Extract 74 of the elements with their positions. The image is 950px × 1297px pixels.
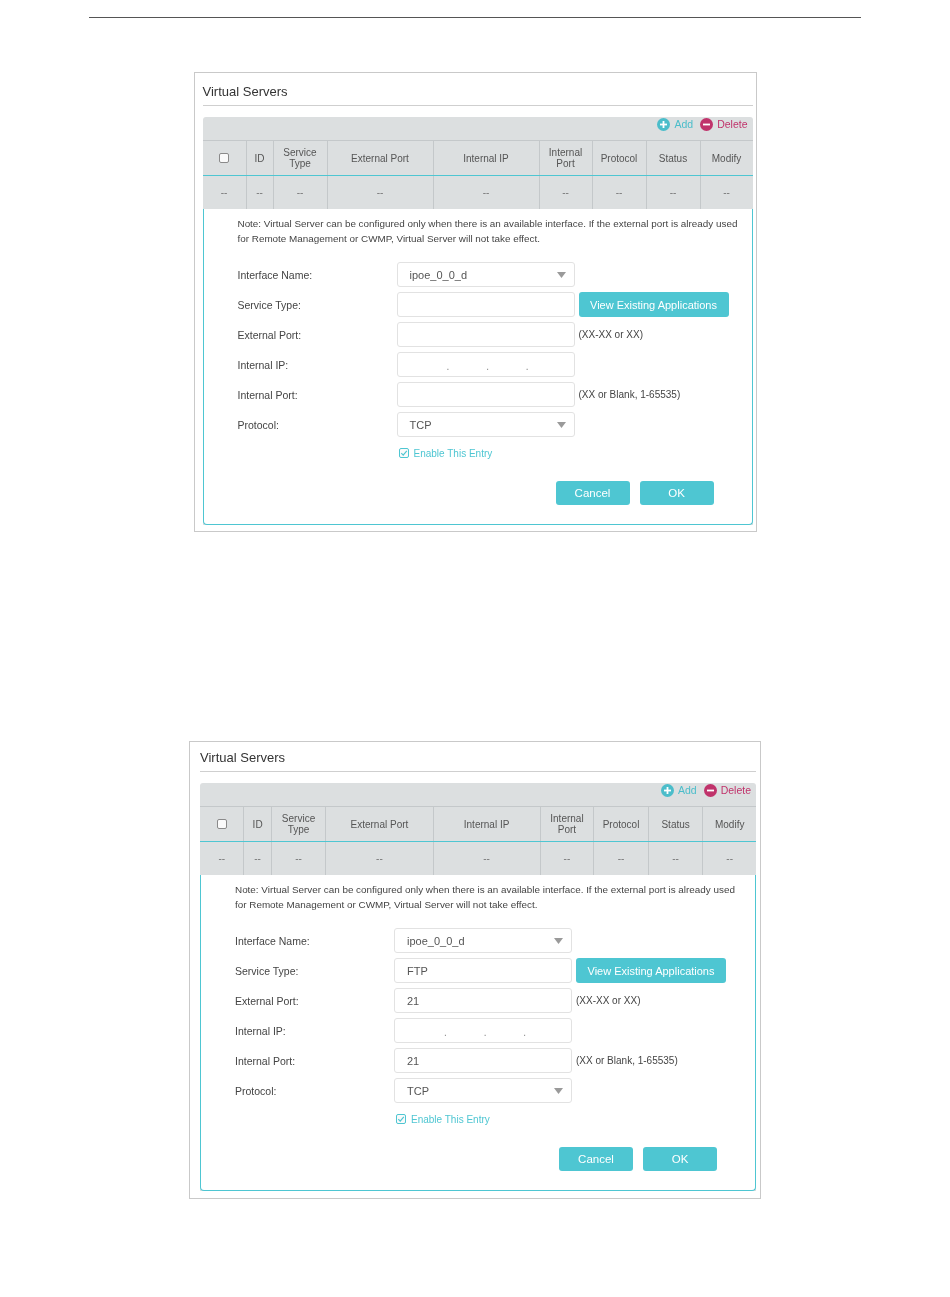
cancel-button[interactable]: Cancel [555,481,630,505]
panel-title: Virtual Servers [202,84,289,100]
column-header: Protocol [591,141,646,175]
input-field[interactable]: 21 [394,988,572,1013]
ip-separator: . [446,359,450,372]
field-label: Service Type: [237,298,302,311]
view-applications-button[interactable]: View Existing Applications [578,292,729,317]
caret-icon [556,271,566,278]
checkbox-label: Enable This Entry [413,447,493,459]
column-header: Service Type [272,141,327,175]
field-label: External Port: [235,994,300,1007]
field-label: Internal Port: [237,388,299,401]
field-label: Protocol: [235,1084,278,1097]
ip-separator: . [443,1025,447,1038]
ip-address-field[interactable]: . . . [394,1018,572,1043]
column-header: Internal IP [432,141,539,175]
field-label: Internal IP: [235,1024,287,1037]
field-label: Protocol: [237,418,280,431]
view-applications-button[interactable]: View Existing Applications [576,958,726,983]
column-header: External Port [325,807,433,841]
ip-address-field[interactable]: . . . [396,352,575,377]
ok-button[interactable]: OK [643,1147,717,1171]
ip-separator: . [486,359,489,372]
cancel-button[interactable]: Cancel [559,1147,633,1171]
dropdown[interactable]: ipoe_0_0_d [394,928,572,953]
ip-separator: . [525,359,529,372]
checkbox[interactable] [216,819,227,829]
field-label: Internal IP: [237,358,290,371]
field-label: Service Type: [235,964,300,977]
caret-icon [554,937,563,944]
input-field[interactable] [396,322,575,347]
column-header: Protocol [593,807,648,841]
field-label: External Port: [237,328,303,341]
input-field[interactable]: 21 [394,1048,572,1073]
table-cell-text: -- [217,852,227,866]
checkbox[interactable] [396,1114,406,1124]
caret-icon [556,421,566,428]
delete-button[interactable]: Delete [700,117,748,131]
hint-text: (XX-XX or XX) [578,329,643,340]
column-header: Service Type [270,807,326,841]
ok-button[interactable]: OK [639,481,714,505]
ip-separator: . [483,1025,487,1038]
ip-separator: . [523,1025,527,1038]
panel-title: Virtual Servers [200,750,286,766]
column-header: External Port [326,141,433,175]
column-header: Modify [702,807,756,841]
field-label: Interface Name: [237,268,314,281]
field-label: Internal Port: [235,1054,297,1067]
dropdown[interactable]: TCP [394,1078,572,1103]
hint-text: (XX or Blank, 1-65535) [576,1055,678,1066]
input-field[interactable] [396,292,575,317]
hint-text: (XX-XX or XX) [576,995,641,1006]
column-header: Status [647,807,703,841]
column-header: Internal IP [432,807,540,841]
hint-text: (XX or Blank, 1-65535) [578,389,681,400]
column-header: Internal Port [538,141,592,175]
field-label: Interface Name: [235,934,311,947]
column-header: ID [243,807,271,841]
column-header: Modify [699,141,753,175]
checkbox-label: Enable This Entry [411,1113,490,1125]
input-field[interactable] [396,382,575,407]
dropdown[interactable]: ipoe_0_0_d [396,262,575,287]
column-header: Status [645,141,700,175]
input-field[interactable]: FTP [394,958,572,983]
column-header: Internal Port [539,807,594,841]
delete-button[interactable]: Delete [703,783,751,797]
caret-icon [554,1087,563,1094]
checkbox[interactable] [398,448,409,458]
table-cell-text: -- [219,186,229,200]
checkbox[interactable] [219,153,229,163]
dropdown[interactable]: TCP [396,412,575,437]
note-text: Note: Virtual Server can be configured only when there is an available interface. If the external port is already used for Remote Management or CWMP, Virtual Server will not take effect. [237,217,739,246]
column-header: ID [245,141,273,175]
note-text: Note: Virtual Server can be configured only when there is an available interface. If the external port is already used for Remote Management or CWMP, Virtual Server will not take effect. [235,883,736,912]
